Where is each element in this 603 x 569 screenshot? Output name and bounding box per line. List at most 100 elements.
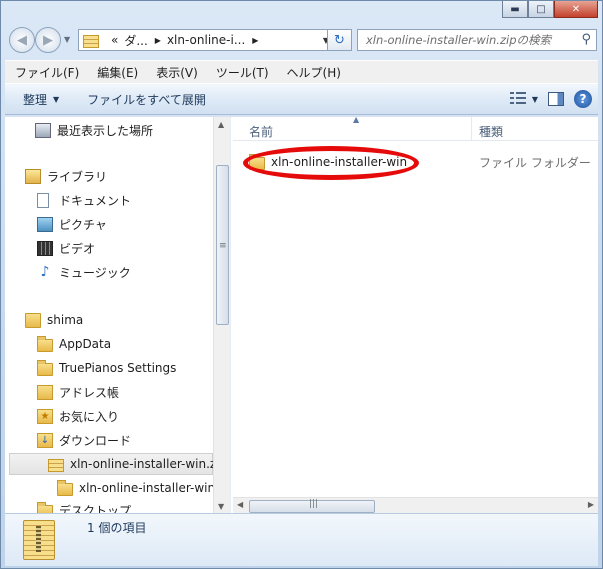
column-header: 名前 ▲ 種類 <box>233 117 598 141</box>
history-dropdown-icon[interactable]: ▼ <box>64 35 70 44</box>
column-separator[interactable] <box>471 117 472 141</box>
column-type[interactable]: 種類 <box>479 123 503 140</box>
toolbar-right: ▼ ? <box>509 90 592 108</box>
nav-item-recent[interactable]: 最近表示した場所 <box>35 119 153 141</box>
nav-item-label: ミュージック <box>59 265 131 280</box>
user-folder-icon <box>25 312 41 328</box>
nav-item-music[interactable]: ♪ ミュージック <box>37 261 131 283</box>
caption-buttons: ▬ □ ✕ <box>502 1 598 19</box>
body-area: 最近表示した場所 ライブラリ ドキュメント ピクチャ ビデオ ♪ ミュージック <box>5 116 598 514</box>
back-arrow-icon: ◀ <box>17 32 27 48</box>
zip-folder-icon <box>48 458 64 472</box>
explorer-window: ▬ □ ✕ ◀ ▶ ▼ « ダ... ▶ xln-online-i... ▶ ▼… <box>0 0 603 569</box>
sort-ascending-icon: ▲ <box>353 117 360 124</box>
nav-item-label: shima <box>47 313 84 327</box>
nav-item-downloads[interactable]: ↓ ダウンロード <box>37 429 131 451</box>
file-list-pane: 名前 ▲ 種類 xln-online-installer-win ファイル フォ… <box>233 117 598 514</box>
nav-item-appdata[interactable]: AppData <box>37 333 111 355</box>
nav-item-label: TruePianos Settings <box>59 361 177 375</box>
chevron-down-icon: ▼ <box>531 94 538 104</box>
pictures-icon <box>37 216 53 232</box>
menu-edit[interactable]: 編集(E) <box>87 64 146 81</box>
folder-icon <box>57 479 73 496</box>
zipper-icon <box>36 526 41 552</box>
chevron-down-icon: ▼ <box>53 94 60 104</box>
nav-vertical-scrollbar[interactable]: ▲ ≡ ▼ <box>213 117 230 514</box>
maximize-icon: □ <box>536 3 546 15</box>
navigation-row: ◀ ▶ ▼ « ダ... ▶ xln-online-i... ▶ ▼ ↻ xln… <box>1 25 602 55</box>
refresh-icon: ↻ <box>334 32 345 48</box>
nav-item-label: ピクチャ <box>59 217 107 232</box>
minimize-button[interactable]: ▬ <box>502 1 528 18</box>
nav-item-label: ビデオ <box>59 241 96 256</box>
maximize-button[interactable]: □ <box>528 1 554 18</box>
extract-all-label: ファイルをすべて展開 <box>87 92 206 107</box>
nav-item-label: ダウンロード <box>59 433 132 448</box>
nav-item-label: AppData <box>59 337 112 351</box>
content-horizontal-scrollbar[interactable]: ◀ ||| ▶ <box>233 497 598 514</box>
nav-item-library[interactable]: ライブラリ <box>25 165 107 187</box>
scroll-grip-icon: ≡ <box>219 241 227 251</box>
organize-button[interactable]: 整理 ▼ <box>5 91 69 108</box>
menu-view[interactable]: 表示(V) <box>146 64 206 81</box>
search-input[interactable]: xln-online-installer-win.zipの検索 ⚲ <box>357 29 597 51</box>
breadcrumb-zip[interactable]: xln-online-i... <box>167 33 245 47</box>
nav-item-address-book[interactable]: アドレス帳 <box>37 381 119 403</box>
scroll-grip-icon: ||| <box>309 499 319 509</box>
scroll-up-icon[interactable]: ▲ <box>218 120 224 129</box>
command-bar: 整理 ▼ ファイルをすべて展開 ▼ ? <box>5 83 598 115</box>
folder-icon <box>37 335 53 352</box>
breadcrumb-arrow-icon[interactable]: ▶ <box>155 36 161 45</box>
nav-item-favorites[interactable]: ★ お気に入り <box>37 405 119 427</box>
nav-item-label: xln-online-installer-win <box>79 481 216 495</box>
library-icon <box>25 168 41 184</box>
extract-all-button[interactable]: ファイルをすべて展開 <box>69 91 216 108</box>
help-icon[interactable]: ? <box>574 90 592 108</box>
organize-label: 整理 <box>23 92 48 107</box>
red-highlight-circle <box>243 146 419 180</box>
folder-icon <box>37 359 53 376</box>
video-icon <box>37 240 53 256</box>
column-name[interactable]: 名前 <box>249 123 273 140</box>
minimize-icon: ▬ <box>510 3 520 15</box>
recent-places-icon <box>35 122 51 138</box>
nav-item-label: xln-online-installer-win.zi <box>70 457 220 471</box>
scroll-left-icon[interactable]: ◀ <box>237 500 243 509</box>
music-icon: ♪ <box>40 263 50 280</box>
scroll-down-icon[interactable]: ▼ <box>218 502 224 511</box>
nav-item-truepianos[interactable]: TruePianos Settings <box>37 357 176 379</box>
address-book-icon <box>37 384 53 400</box>
nav-item-label: 最近表示した場所 <box>57 123 154 138</box>
address-bar[interactable]: « ダ... ▶ xln-online-i... ▶ ▼ <box>78 29 350 51</box>
nav-item-label: アドレス帳 <box>59 385 120 400</box>
close-button[interactable]: ✕ <box>554 1 598 18</box>
menu-file[interactable]: ファイル(F) <box>5 64 87 81</box>
back-button[interactable]: ◀ <box>9 27 35 53</box>
breadcrumb-downloads[interactable]: ダ... <box>124 32 147 49</box>
breadcrumb-overflow[interactable]: « <box>111 33 118 47</box>
nav-item-label: ライブラリ <box>47 169 108 184</box>
search-placeholder: xln-online-installer-win.zipの検索 <box>366 33 551 47</box>
nav-item-documents[interactable]: ドキュメント <box>37 189 131 211</box>
menu-bar: ファイル(F) 編集(E) 表示(V) ツール(T) ヘルプ(H) <box>5 60 598 83</box>
nav-item-label: ドキュメント <box>59 193 132 208</box>
refresh-button[interactable]: ↻ <box>327 29 352 51</box>
nav-item-pictures[interactable]: ピクチャ <box>37 213 107 235</box>
document-icon <box>37 192 49 208</box>
search-icon[interactable]: ⚲ <box>581 32 591 47</box>
scroll-right-icon[interactable]: ▶ <box>588 500 594 509</box>
menu-tools[interactable]: ツール(T) <box>206 64 277 81</box>
menu-help[interactable]: ヘルプ(H) <box>277 64 349 81</box>
nav-item-user[interactable]: shima <box>25 309 83 331</box>
nav-item-zip-subfolder[interactable]: xln-online-installer-win <box>57 477 215 499</box>
view-options-button[interactable]: ▼ <box>509 92 538 106</box>
nav-item-zip[interactable]: xln-online-installer-win.zi <box>9 453 220 475</box>
nav-item-desktop[interactable]: デスクトップ <box>37 499 131 514</box>
item-count: 1 個の項目 <box>87 521 147 535</box>
breadcrumb-arrow-icon[interactable]: ▶ <box>252 36 258 45</box>
nav-item-label: お気に入り <box>59 409 120 424</box>
preview-pane-icon[interactable] <box>548 92 564 106</box>
nav-item-videos[interactable]: ビデオ <box>37 237 95 259</box>
forward-arrow-icon: ▶ <box>43 32 53 48</box>
forward-button[interactable]: ▶ <box>35 27 61 53</box>
